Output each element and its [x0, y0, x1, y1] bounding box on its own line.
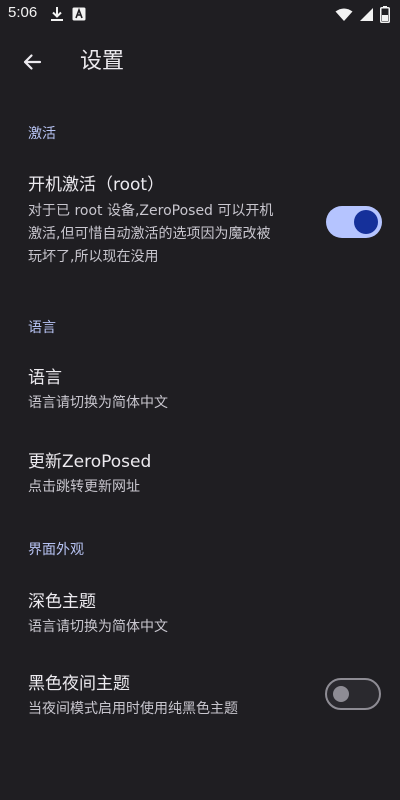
- status-bar: 5:06: [0, 0, 400, 28]
- notification-a-icon: [72, 7, 86, 21]
- boot-activation-switch[interactable]: [326, 206, 382, 238]
- pref-boot-activation-title: 开机激活（root）: [28, 175, 165, 195]
- status-left-icons: [50, 6, 86, 22]
- pref-language[interactable]: 语言 语言请切换为简体中文: [0, 356, 400, 428]
- status-right-icons: [335, 6, 390, 23]
- app-bar: 设置: [0, 28, 400, 96]
- switch-thumb: [333, 686, 349, 702]
- wifi-icon: [335, 8, 353, 22]
- arrow-left-icon: [22, 52, 42, 72]
- pref-black-night-theme-title: 黑色夜间主题: [28, 674, 130, 694]
- pref-black-night-theme[interactable]: 黑色夜间主题 当夜间模式启用时使用纯黑色主题: [0, 662, 400, 734]
- black-night-theme-switch[interactable]: [325, 678, 381, 710]
- section-header-appearance: 界面外观: [28, 542, 84, 558]
- signal-icon: [359, 7, 374, 22]
- pref-update[interactable]: 更新ZeroPosed 点击跳转更新网址: [0, 440, 400, 512]
- pref-dark-theme[interactable]: 深色主题 语言请切换为简体中文: [0, 580, 400, 652]
- pref-language-title: 语言: [28, 368, 62, 388]
- settings-screen: 5:06 设置 激活 开机激活（root） 对于已 root 设备,ZeroPo…: [0, 0, 400, 800]
- pref-boot-activation-summary-line-2: 激活,但可惜自动激活的选项因为魔改被: [28, 226, 271, 242]
- pref-dark-theme-title: 深色主题: [28, 592, 96, 612]
- status-time: 5:06: [8, 4, 38, 21]
- download-icon: [50, 6, 64, 22]
- pref-dark-theme-summary: 语言请切换为简体中文: [28, 619, 168, 635]
- pref-update-title: 更新ZeroPosed: [28, 452, 152, 472]
- pref-language-summary: 语言请切换为简体中文: [28, 395, 168, 411]
- pref-boot-activation-summary-line-3: 玩坏了,所以现在没用: [28, 249, 159, 265]
- pref-boot-activation[interactable]: 开机激活（root） 对于已 root 设备,ZeroPosed 可以开机 激活…: [0, 164, 400, 282]
- section-header-language: 语言: [28, 320, 56, 336]
- pref-update-summary: 点击跳转更新网址: [28, 479, 140, 495]
- battery-icon: [380, 6, 390, 23]
- switch-thumb: [354, 210, 378, 234]
- page-title: 设置: [80, 49, 125, 74]
- section-header-activation: 激活: [28, 126, 56, 142]
- pref-black-night-theme-summary: 当夜间模式启用时使用纯黑色主题: [28, 701, 238, 717]
- pref-boot-activation-summary-line-1: 对于已 root 设备,ZeroPosed 可以开机: [28, 203, 274, 219]
- back-button[interactable]: [12, 42, 52, 82]
